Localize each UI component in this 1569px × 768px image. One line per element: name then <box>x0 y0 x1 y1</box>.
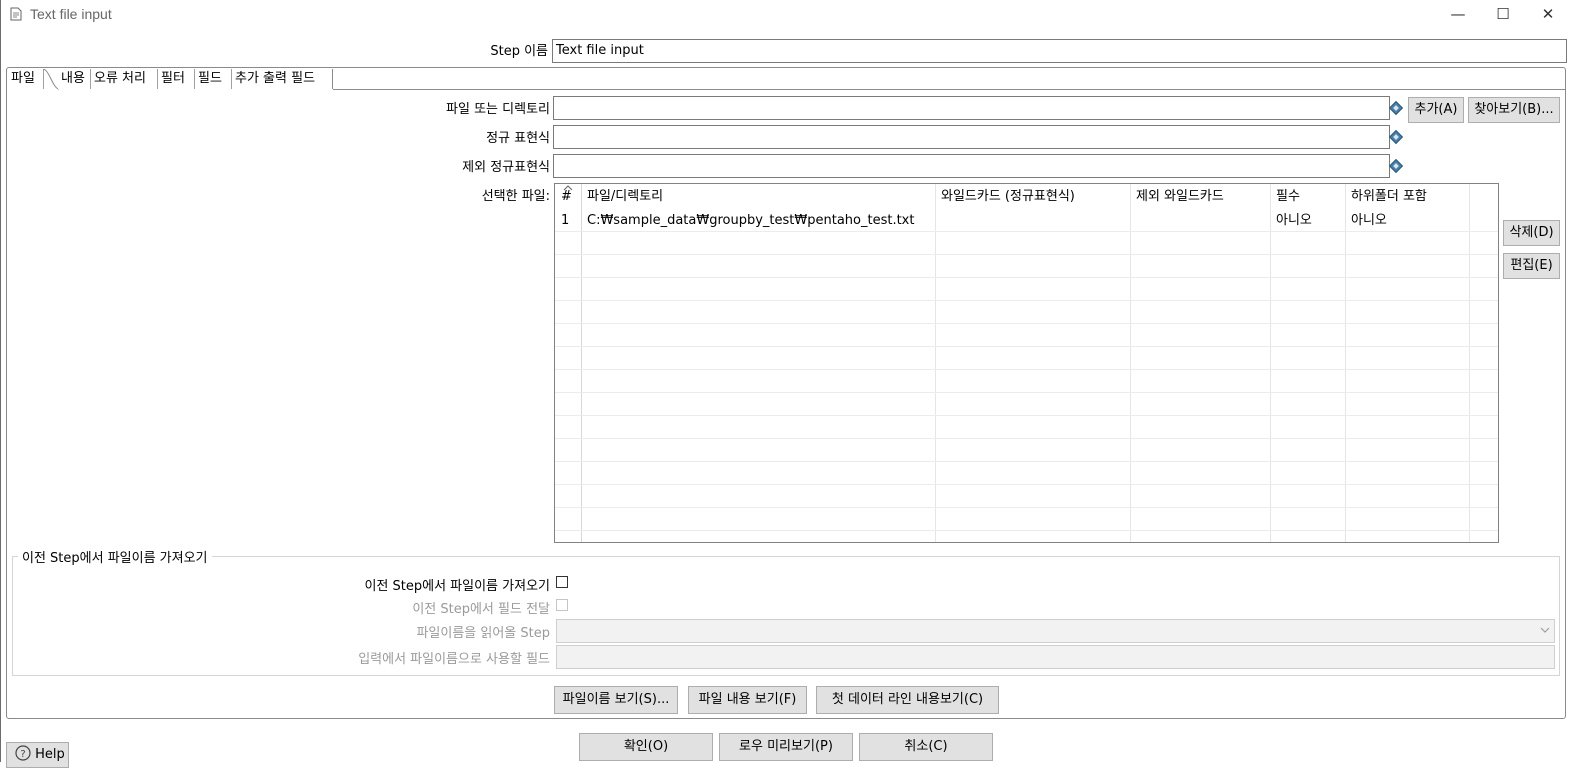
file-or-dir-label: 파일 또는 디렉토리 <box>446 102 550 117</box>
add-file-button[interactable]: 추가(A) <box>1408 97 1464 123</box>
table-header-exclude-wildcard[interactable]: 제외 와일드카드 <box>1130 185 1270 208</box>
tab-additional-output[interactable]: 추가 출력 필드 <box>232 69 333 89</box>
ok-button[interactable]: 확인(O) <box>579 733 713 761</box>
svg-text:?: ? <box>20 749 25 760</box>
file-or-dir-input[interactable] <box>553 96 1390 120</box>
tab-fields[interactable]: 필드 <box>195 69 232 89</box>
tab-file[interactable]: 파일 <box>8 69 44 89</box>
selected-files-label: 선택한 파일: <box>481 189 550 204</box>
table-header-wildcard[interactable]: 와일드카드 (정규표현식) <box>935 185 1130 208</box>
maximize-button[interactable]: ☐ <box>1486 4 1520 24</box>
preview-rows-button[interactable]: 로우 미리보기(P) <box>719 733 853 761</box>
source-step-label: 파일이름을 읽어올 Step <box>416 626 550 641</box>
show-first-line-button[interactable]: 첫 데이터 라인 내용보기(C) <box>816 686 999 714</box>
regex-label: 정규 표현식 <box>486 131 550 146</box>
exclude-regex-input[interactable] <box>553 154 1390 178</box>
document-icon <box>10 7 22 21</box>
table-cell-required[interactable]: 아니오 <box>1270 209 1345 232</box>
table-header-required[interactable]: 필수 <box>1270 185 1345 208</box>
table-header-index[interactable]: # <box>555 185 581 208</box>
delete-button[interactable]: 삭제(D) <box>1503 220 1560 246</box>
pass-fields-label: 이전 Step에서 필드 전달 <box>412 602 550 617</box>
accept-filenames-label: 이전 Step에서 파일이름 가져오기 <box>364 579 550 594</box>
minimize-button[interactable]: — <box>1441 4 1475 24</box>
exclude-regex-label: 제외 정규표현식 <box>462 160 550 175</box>
filename-field-label: 입력에서 파일이름으로 사용할 필드 <box>358 652 550 667</box>
window-left-border <box>0 0 1 762</box>
step-name-label: Step 이름 <box>490 44 548 59</box>
tab-filter[interactable]: 필터 <box>158 69 195 89</box>
edit-button[interactable]: 편집(E) <box>1503 253 1560 279</box>
regex-input[interactable] <box>553 125 1390 149</box>
close-button[interactable]: ✕ <box>1531 4 1565 24</box>
prev-step-group-title: 이전 Step에서 파일이름 가져오기 <box>18 547 212 566</box>
table-header-subfolders[interactable]: 하위폴더 포함 <box>1345 185 1469 208</box>
accept-filenames-checkbox[interactable] <box>556 576 568 588</box>
source-step-select[interactable] <box>556 619 1555 643</box>
help-button[interactable]: ? Help <box>6 742 69 768</box>
selected-files-table[interactable]: # 파일/디렉토리 와일드카드 (정규표현식) 제외 와일드카드 필수 하위폴더… <box>554 183 1499 543</box>
step-name-input[interactable]: Text file input <box>552 39 1567 63</box>
cancel-button[interactable]: 취소(C) <box>859 733 993 761</box>
tab-separator <box>333 89 1565 90</box>
show-filenames-button[interactable]: 파일이름 보기(S)... <box>554 686 678 714</box>
browse-button[interactable]: 찾아보기(B)... <box>1468 97 1560 123</box>
tab-content[interactable]: 내용 <box>58 69 91 89</box>
show-file-content-button[interactable]: 파일 내용 보기(F) <box>688 686 807 714</box>
table-cell-file[interactable]: C:₩sample_data₩groupby_test₩pentaho_test… <box>581 209 935 232</box>
tab-error-handling[interactable]: 오류 처리 <box>91 69 158 89</box>
help-label: Help <box>35 747 65 762</box>
table-row-index[interactable]: 1 <box>555 209 581 232</box>
table-cell-subfolders[interactable]: 아니오 <box>1345 209 1469 232</box>
help-icon: ? <box>15 745 31 761</box>
chevron-down-icon <box>1540 627 1550 633</box>
table-header-file[interactable]: 파일/디렉토리 <box>581 185 935 208</box>
tab-curve <box>43 69 59 90</box>
title-bar: Text file input — ☐ ✕ <box>0 0 1569 30</box>
pass-fields-checkbox[interactable] <box>556 599 568 611</box>
window-title: Text file input <box>30 6 112 22</box>
filename-field-input[interactable] <box>556 645 1555 669</box>
